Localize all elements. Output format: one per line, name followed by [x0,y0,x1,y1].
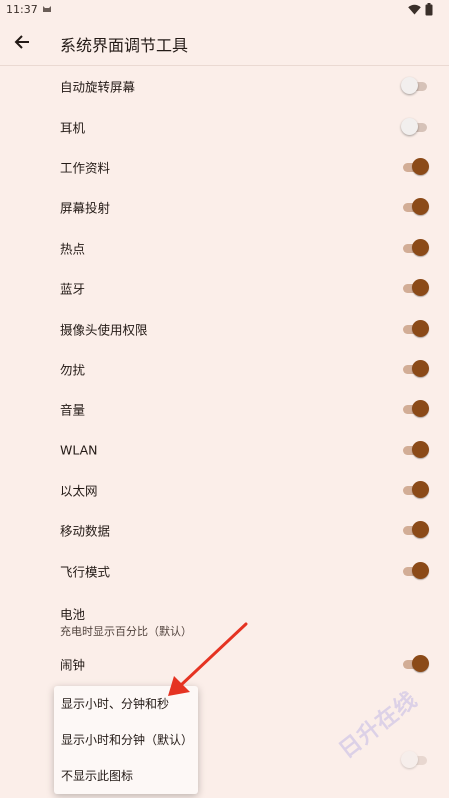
setting-label: 蓝牙 [60,281,86,297]
settings-list: 自动旋转屏幕 耳机 工作资料 屏幕投射 热点 蓝牙 摄像头使用权限 勿扰 音量 … [0,66,449,684]
alarm-toggle[interactable] [401,654,429,674]
setting-label: 闹钟 [60,657,86,673]
page-title: 系统界面调节工具 [60,36,189,55]
wifi-icon [408,4,421,18]
setting-row-dnd[interactable]: 勿扰 [0,349,449,389]
setting-label: 自动旋转屏幕 [60,79,136,95]
mobile-data-toggle[interactable] [401,520,429,540]
camera-access-toggle[interactable] [401,319,429,339]
arrow-left-icon[interactable] [10,29,34,55]
setting-row-bluetooth[interactable]: 蓝牙 [0,268,449,308]
setting-label: 摄像头使用权限 [60,322,148,338]
setting-row-ethernet[interactable]: 以太网 [0,470,449,510]
ethernet-toggle[interactable] [401,480,429,500]
setting-label: 勿扰 [60,362,86,378]
hotspot-toggle[interactable] [401,238,429,258]
bluetooth-toggle[interactable] [401,278,429,298]
menu-item-hide-icon[interactable]: 不显示此图标 [54,758,198,794]
setting-label: 工作资料 [60,160,111,176]
setting-row-camera-access[interactable]: 摄像头使用权限 [0,308,449,348]
headset-toggle[interactable] [401,117,429,137]
app-bar: 系统界面调节工具 [0,20,449,66]
cat-icon [42,4,52,17]
setting-row-airplane-mode[interactable]: 飞行模式 [0,551,449,591]
setting-row-auto-rotate[interactable]: 自动旋转屏幕 [0,66,449,106]
setting-label: 电池 [60,607,86,623]
setting-label: 飞行模式 [60,564,111,580]
setting-row-volume[interactable]: 音量 [0,389,449,429]
setting-label: 以太网 [60,483,98,499]
status-bar: 11:37 [0,0,449,20]
status-time: 11:37 [6,3,38,16]
setting-label: 移动数据 [60,523,111,539]
auto-rotate-toggle[interactable] [401,76,429,96]
clock-options-menu: 显示小时、分钟和秒 显示小时和分钟（默认） 不显示此图标 [54,686,198,794]
airplane-mode-toggle[interactable] [401,561,429,581]
setting-row-hotspot[interactable]: 热点 [0,228,449,268]
cast-toggle[interactable] [401,197,429,217]
setting-label: 屏幕投射 [60,200,111,216]
battery-icon [425,3,433,19]
dnd-toggle[interactable] [401,359,429,379]
wlan-toggle[interactable] [401,440,429,460]
setting-label: 音量 [60,402,86,418]
menu-item-hours-minutes[interactable]: 显示小时和分钟（默认） [54,722,198,758]
watermark-logo: 日升在线 [334,687,423,764]
setting-label: WLAN [60,442,98,458]
annotation-arrow-icon [168,622,248,696]
setting-row-wlan[interactable]: WLAN [0,430,449,470]
setting-label: 耳机 [60,120,86,136]
setting-row-mobile-data[interactable]: 移动数据 [0,510,449,550]
setting-row-headset[interactable]: 耳机 [0,106,449,146]
setting-row-cast[interactable]: 屏幕投射 [0,187,449,227]
status-icons [408,3,433,19]
work-profile-toggle[interactable] [401,157,429,177]
setting-label: 热点 [60,241,86,257]
setting-row-work-profile[interactable]: 工作资料 [0,147,449,187]
volume-toggle[interactable] [401,399,429,419]
